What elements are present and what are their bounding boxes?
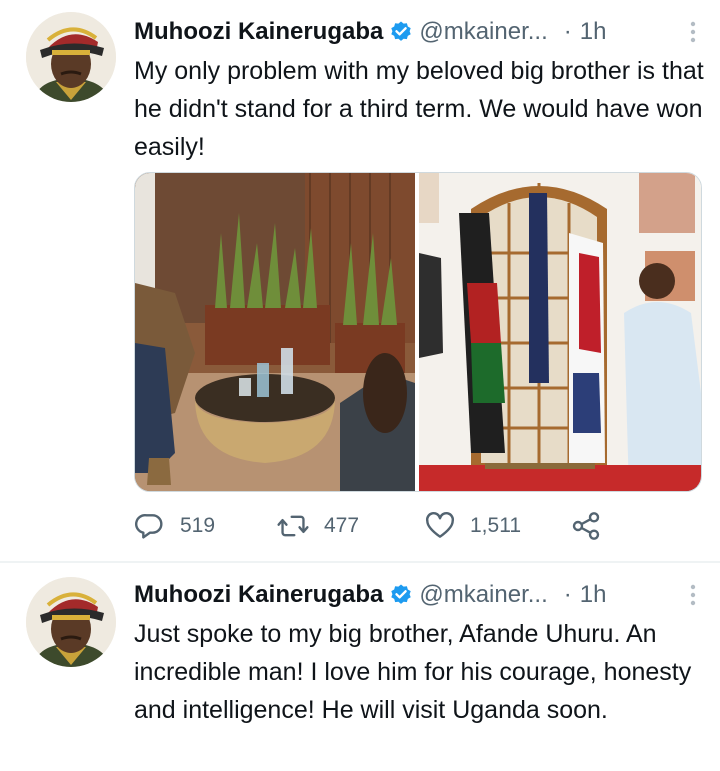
like-count: 1,511 xyxy=(470,514,521,537)
photo-flags[interactable] xyxy=(419,173,701,491)
reply-count: 519 xyxy=(180,514,216,537)
avatar[interactable] xyxy=(26,577,116,667)
verified-badge-icon xyxy=(389,583,413,607)
username-handle[interactable]: @mkainer... xyxy=(419,581,547,609)
avatar[interactable] xyxy=(26,12,116,102)
retweet-icon xyxy=(277,515,309,537)
like-button[interactable]: 1,511 xyxy=(424,506,521,546)
photo-sitting-room[interactable] xyxy=(135,173,415,491)
share-button[interactable] xyxy=(570,506,616,546)
action-bar: 519 477 1,511 xyxy=(134,506,614,546)
tweet[interactable]: Muhoozi Kainerugaba @mkainer... · 1h My … xyxy=(0,0,720,561)
reply-icon xyxy=(134,513,163,539)
separator-dot: · xyxy=(563,18,572,45)
display-name[interactable]: Muhoozi Kainerugaba xyxy=(134,18,383,46)
more-vertical-icon[interactable] xyxy=(688,583,698,607)
timestamp[interactable]: 1h xyxy=(580,581,607,609)
username-handle[interactable]: @mkainer... xyxy=(419,18,547,46)
separator-dot: · xyxy=(563,581,572,608)
timestamp[interactable]: 1h xyxy=(580,18,607,46)
tweet-text: Just spoke to my big brother, Afande Uhu… xyxy=(134,620,692,724)
display-name[interactable]: Muhoozi Kainerugaba xyxy=(134,581,383,609)
tweet-media[interactable] xyxy=(134,172,702,492)
heart-icon xyxy=(426,512,454,538)
retweet-count: 477 xyxy=(324,514,360,537)
reply-button[interactable]: 519 xyxy=(134,506,215,546)
tweet-header: Muhoozi Kainerugaba @mkainer... · 1h xyxy=(134,577,704,613)
tweet-text: My only problem with my beloved big brot… xyxy=(134,57,704,161)
more-vertical-icon[interactable] xyxy=(688,20,698,44)
share-icon xyxy=(572,512,600,540)
tweet[interactable]: Muhoozi Kainerugaba @mkainer... · 1h Jus… xyxy=(0,563,720,771)
retweet-button[interactable]: 477 xyxy=(276,506,359,546)
tweet-header: Muhoozi Kainerugaba @mkainer... · 1h xyxy=(134,14,704,50)
verified-badge-icon xyxy=(389,20,413,44)
